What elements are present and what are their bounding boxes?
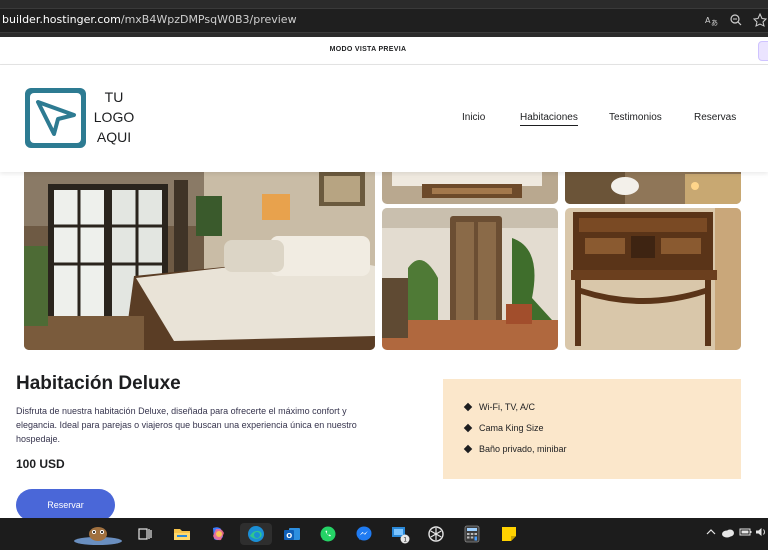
room-title: Habitación Deluxe xyxy=(16,373,181,394)
amenity-item: Baño privado, minibar xyxy=(463,444,567,454)
taskbar: O 1 xyxy=(0,518,768,550)
weather-cloud-icon[interactable] xyxy=(721,527,735,542)
amenity-label: Cama King Size xyxy=(479,423,544,433)
remote-desktop-icon[interactable]: 1 xyxy=(388,523,412,545)
room-gallery xyxy=(0,166,768,354)
widgets-icon[interactable] xyxy=(72,523,124,545)
calculator-icon[interactable] xyxy=(460,523,484,545)
chatgpt-icon[interactable] xyxy=(424,523,448,545)
site-header: TU LOGO AQUI Inicio Habitaciones Testimo… xyxy=(0,65,768,172)
battery-icon[interactable] xyxy=(739,527,752,540)
messenger-icon[interactable] xyxy=(352,523,376,545)
translate-icon[interactable]: Aあ xyxy=(704,13,720,29)
room-description: Disfruta de nuestra habitación Deluxe, d… xyxy=(16,406,357,444)
reserve-button[interactable]: Reservar xyxy=(16,489,115,521)
chevron-up-icon[interactable] xyxy=(706,527,716,540)
url-text[interactable]: builder.hostinger.com/mxB4WpzDMPsqW0B3/p… xyxy=(2,13,297,26)
gallery-photo-hallway[interactable] xyxy=(382,208,558,350)
logo-line: AQUI xyxy=(96,129,132,145)
diamond-bullet-icon xyxy=(463,423,473,432)
preview-mode-label: MODO VISTA PREVIA xyxy=(329,46,407,53)
amenity-label: Baño privado, minibar xyxy=(479,444,567,454)
nav-link-inicio[interactable]: Inicio xyxy=(462,112,485,123)
sticky-notes-icon[interactable] xyxy=(497,523,521,545)
file-explorer-icon[interactable] xyxy=(170,523,194,545)
preview-banner: MODO VISTA PREVIA xyxy=(0,37,768,65)
edge-icon[interactable] xyxy=(240,523,272,545)
diamond-bullet-icon xyxy=(463,402,473,411)
copilot-icon[interactable] xyxy=(206,523,230,545)
gallery-photo-desk[interactable] xyxy=(565,208,741,350)
logo-line: TU xyxy=(104,89,124,105)
nav-link-reservas[interactable]: Reservas xyxy=(694,112,736,123)
logo-text[interactable]: TU LOGO AQUI xyxy=(89,87,139,147)
browser-toolbar: builder.hostinger.com/mxB4WpzDMPsqW0B3/p… xyxy=(0,0,768,37)
amenity-label: Wi-Fi, TV, A/C xyxy=(479,402,536,412)
nav-link-habitaciones[interactable]: Habitaciones xyxy=(520,112,578,126)
svg-text:あ: あ xyxy=(711,19,718,27)
favorite-icon[interactable] xyxy=(752,12,768,29)
address-bar[interactable]: builder.hostinger.com/mxB4WpzDMPsqW0B3/p… xyxy=(0,8,768,33)
logo-line: LOGO xyxy=(93,109,135,125)
task-view-icon[interactable] xyxy=(133,523,157,545)
amenity-item: Cama King Size xyxy=(463,423,544,433)
outlook-icon[interactable]: O xyxy=(280,523,304,545)
nav-link-testimonios[interactable]: Testimonios xyxy=(609,112,662,123)
amenity-item: Wi-Fi, TV, A/C xyxy=(463,402,536,412)
room-price: 100 USD xyxy=(16,457,65,471)
amenities-box: Wi-Fi, TV, A/C Cama King Size Baño priva… xyxy=(443,379,741,479)
svg-text:O: O xyxy=(286,532,292,540)
whatsapp-icon[interactable] xyxy=(316,523,340,545)
taskbar-badge-count: 1 xyxy=(403,537,407,544)
url-host: builder.hostinger.com xyxy=(2,13,121,26)
zoom-icon[interactable] xyxy=(728,13,744,29)
diamond-bullet-icon xyxy=(463,444,473,453)
logo-icon[interactable] xyxy=(25,88,86,148)
logo-icon-inner xyxy=(30,93,81,143)
url-path: /mxB4WpzDMPsqW0B3/preview xyxy=(120,13,297,26)
preview-action-button[interactable] xyxy=(758,41,768,61)
volume-icon[interactable] xyxy=(755,527,768,540)
gallery-photo-bedroom[interactable] xyxy=(24,166,375,350)
